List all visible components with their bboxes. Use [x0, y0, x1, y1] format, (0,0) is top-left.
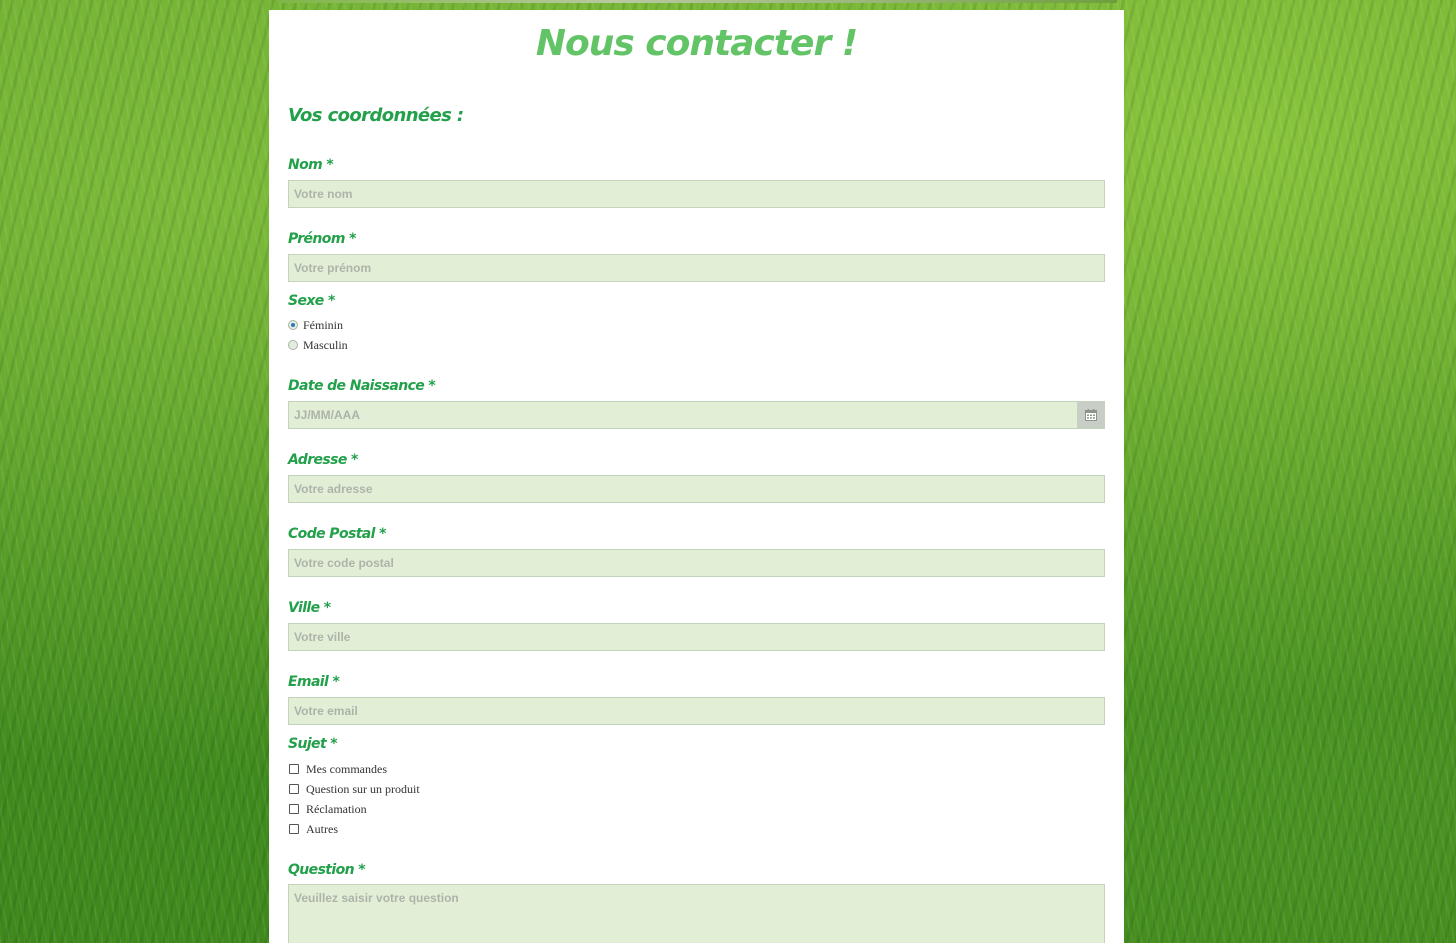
checkbox-reclamation[interactable]	[289, 804, 299, 814]
sujet-label: Sujet *	[288, 736, 338, 752]
date-naissance-input[interactable]	[288, 401, 1078, 429]
sujet-option-autres[interactable]: Autres	[288, 820, 338, 838]
sujet-option-label: Autres	[306, 821, 338, 836]
radio-feminin[interactable]	[288, 320, 298, 330]
header-image-strip	[277, 0, 1117, 3]
checkbox-mes-commandes[interactable]	[289, 764, 299, 774]
sujet-option-reclamation[interactable]: Réclamation	[288, 800, 367, 818]
sexe-option-masculin[interactable]: Masculin	[288, 336, 348, 354]
sexe-label: Sexe *	[288, 293, 335, 309]
prenom-input[interactable]	[288, 254, 1105, 282]
sujet-option-label: Réclamation	[306, 801, 367, 816]
ville-input[interactable]	[288, 623, 1105, 651]
contact-form-card: Nous contacter ! Vos coordonnées : Nom *…	[269, 10, 1124, 943]
sexe-option-feminin[interactable]: Féminin	[288, 316, 343, 334]
email-label: Email *	[288, 674, 340, 690]
question-textarea[interactable]	[288, 884, 1105, 943]
sexe-option-label: Masculin	[303, 337, 348, 352]
section-title: Vos coordonnées :	[288, 105, 464, 126]
calendar-button[interactable]	[1078, 401, 1105, 429]
code-postal-label: Code Postal *	[288, 526, 386, 542]
date-naissance-label: Date de Naissance *	[288, 378, 436, 394]
calendar-icon	[1085, 409, 1097, 421]
prenom-label: Prénom *	[288, 231, 356, 247]
ville-label: Ville *	[288, 600, 331, 616]
adresse-input[interactable]	[288, 475, 1105, 503]
checkbox-autres[interactable]	[289, 824, 299, 834]
sujet-option-question-produit[interactable]: Question sur un produit	[288, 780, 420, 798]
nom-label: Nom *	[288, 157, 334, 173]
sexe-option-label: Féminin	[303, 317, 344, 332]
email-input[interactable]	[288, 697, 1105, 725]
sujet-option-mes-commandes[interactable]: Mes commandes	[288, 760, 387, 778]
sujet-option-label: Mes commandes	[306, 761, 387, 776]
question-label: Question *	[288, 862, 366, 878]
checkbox-question-produit[interactable]	[289, 784, 299, 794]
page-title: Nous contacter !	[535, 23, 858, 64]
nom-input[interactable]	[288, 180, 1105, 208]
code-postal-input[interactable]	[288, 549, 1105, 577]
radio-masculin[interactable]	[288, 340, 298, 350]
sujet-option-label: Question sur un produit	[306, 781, 420, 796]
adresse-label: Adresse *	[288, 452, 358, 468]
